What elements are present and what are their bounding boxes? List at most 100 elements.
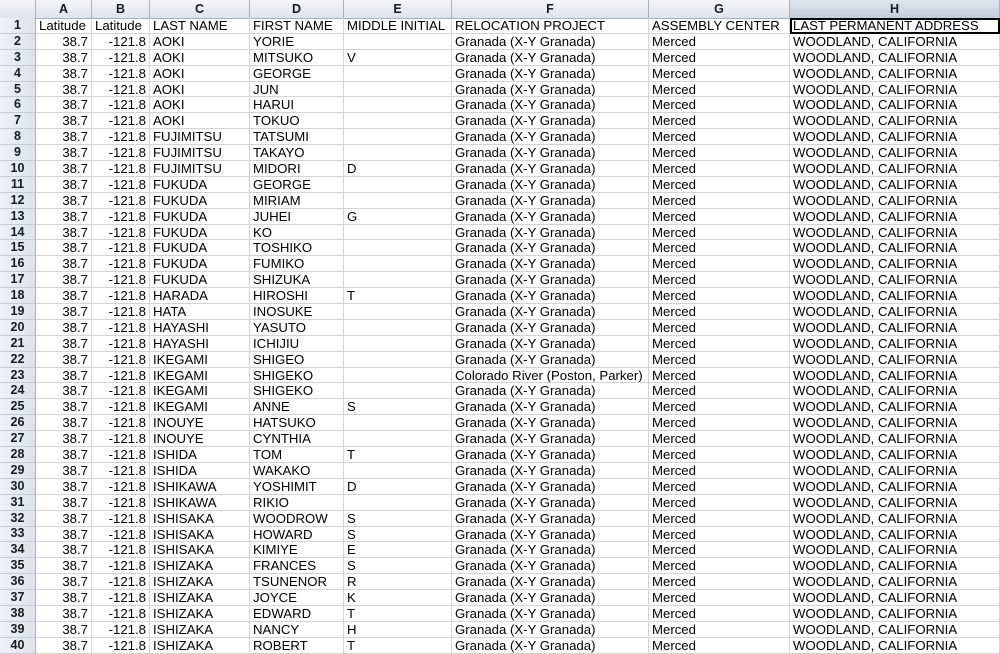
cell-A[interactable]: 38.7 (36, 637, 92, 654)
cell-A[interactable]: 38.7 (36, 97, 92, 114)
cell-D[interactable]: JUHEI (250, 208, 344, 225)
cell-G[interactable]: Merced (649, 81, 790, 98)
cell-F[interactable]: Granada (X-Y Granada) (452, 97, 649, 114)
cell-D[interactable]: GEORGE (250, 65, 344, 82)
cell-F[interactable]: Granada (X-Y Granada) (452, 399, 649, 416)
cell-H[interactable]: WOODLAND, CALIFORNIA (790, 304, 1000, 320)
cell-F[interactable]: Granada (X-Y Granada) (452, 33, 649, 50)
cell-B[interactable]: -121.8 (92, 145, 150, 162)
cell-H[interactable]: WOODLAND, CALIFORNIA (790, 590, 1000, 606)
row-header[interactable]: 31 (0, 495, 36, 511)
row-header[interactable]: 11 (0, 177, 36, 193)
cell-G[interactable]: Merced (649, 176, 790, 193)
row-header[interactable]: 24 (0, 383, 36, 400)
cell-D[interactable]: YASUTO (250, 319, 344, 336)
cell-C[interactable]: IKEGAMI (150, 367, 250, 384)
cell-B[interactable]: -121.8 (92, 637, 150, 654)
row-header[interactable]: 19 (0, 304, 36, 320)
cell-F[interactable]: Granada (X-Y Granada) (452, 208, 649, 225)
cell-C[interactable]: FUKUDA (150, 208, 250, 225)
cell-C[interactable]: FUJIMITSU (150, 129, 250, 146)
row-header[interactable]: 2 (0, 34, 36, 50)
cell-E[interactable] (344, 176, 452, 193)
cell-A[interactable]: 38.7 (36, 574, 92, 591)
row-header[interactable]: 38 (0, 606, 36, 622)
cell-D[interactable]: SHIGEO (250, 351, 344, 368)
row-header[interactable]: 27 (0, 431, 36, 448)
cell-H[interactable]: WOODLAND, CALIFORNIA (790, 33, 1000, 50)
cell-E[interactable] (344, 494, 452, 511)
cell-E[interactable] (344, 240, 452, 257)
cell-E[interactable] (344, 462, 452, 479)
cell-E[interactable]: S (344, 399, 452, 416)
cell-H[interactable]: WOODLAND, CALIFORNIA (790, 447, 1000, 463)
cell-E[interactable]: G (344, 208, 452, 225)
cell-A[interactable]: 38.7 (36, 590, 92, 606)
cell-G[interactable]: Merced (649, 605, 790, 622)
cell-G[interactable]: Merced (649, 49, 790, 66)
cell-D[interactable]: YORIE (250, 33, 344, 50)
cell-G[interactable]: Merced (649, 510, 790, 527)
cell-B[interactable]: -121.8 (92, 65, 150, 82)
cell-E[interactable] (344, 319, 452, 336)
row-header[interactable]: 22 (0, 352, 36, 368)
cell-B[interactable]: -121.8 (92, 129, 150, 146)
cell-C[interactable]: AOKI (150, 65, 250, 82)
cell-D[interactable]: TOKUO (250, 113, 344, 130)
cell-C[interactable]: AOKI (150, 81, 250, 98)
cell-B[interactable]: -121.8 (92, 81, 150, 98)
cell-C[interactable]: FUKUDA (150, 224, 250, 241)
cell-H[interactable]: WOODLAND, CALIFORNIA (790, 542, 1000, 559)
cell-A[interactable]: 38.7 (36, 304, 92, 320)
cell-C[interactable]: FUKUDA (150, 240, 250, 257)
cell-H1-selected[interactable]: LAST PERMANENT ADDRESS (790, 18, 1000, 34)
cell-B[interactable]: -121.8 (92, 478, 150, 495)
column-header-g[interactable]: G (649, 0, 790, 18)
column-header-b[interactable]: B (92, 0, 150, 18)
cell-E[interactable]: T (344, 447, 452, 463)
cell-B[interactable]: -121.8 (92, 621, 150, 638)
cell-E[interactable] (344, 81, 452, 98)
cell-A[interactable]: 38.7 (36, 351, 92, 368)
cell-A[interactable]: 38.7 (36, 113, 92, 130)
cell-F[interactable]: Colorado River (Poston, Parker) (452, 367, 649, 384)
cell-A[interactable]: 38.7 (36, 288, 92, 305)
cell-D[interactable]: TATSUMI (250, 129, 344, 146)
cell-G1[interactable]: ASSEMBLY CENTER (649, 18, 790, 34)
cell-C[interactable]: AOKI (150, 97, 250, 114)
cell-D1[interactable]: FIRST NAME (250, 18, 344, 34)
cell-F[interactable]: Granada (X-Y Granada) (452, 574, 649, 591)
cell-A[interactable]: 38.7 (36, 542, 92, 559)
cell-C[interactable]: ISHIZAKA (150, 605, 250, 622)
cell-D[interactable]: YOSHIMIT (250, 478, 344, 495)
cell-C[interactable]: ISHIZAKA (150, 558, 250, 575)
cell-B[interactable]: -121.8 (92, 272, 150, 289)
row-header[interactable]: 16 (0, 256, 36, 273)
row-header[interactable]: 39 (0, 622, 36, 638)
cell-B[interactable]: -121.8 (92, 319, 150, 336)
cell-D[interactable]: TOSHIKO (250, 240, 344, 257)
cell-G[interactable]: Merced (649, 240, 790, 257)
cell-F[interactable]: Granada (X-Y Granada) (452, 431, 649, 448)
cell-H[interactable]: WOODLAND, CALIFORNIA (790, 240, 1000, 257)
cell-A[interactable]: 38.7 (36, 65, 92, 82)
cell-G[interactable]: Merced (649, 97, 790, 114)
cell-F[interactable]: Granada (X-Y Granada) (452, 145, 649, 162)
cell-G[interactable]: Merced (649, 272, 790, 289)
cell-F[interactable]: Granada (X-Y Granada) (452, 415, 649, 432)
cell-C[interactable]: ISHIDA (150, 447, 250, 463)
row-header[interactable]: 10 (0, 161, 36, 177)
cell-E[interactable] (344, 129, 452, 146)
cell-A[interactable]: 38.7 (36, 478, 92, 495)
cell-G[interactable]: Merced (649, 335, 790, 352)
cell-D[interactable]: TAKAYO (250, 145, 344, 162)
cell-A[interactable]: 38.7 (36, 240, 92, 257)
cell-B[interactable]: -121.8 (92, 526, 150, 543)
cell-E[interactable]: D (344, 478, 452, 495)
cell-H[interactable]: WOODLAND, CALIFORNIA (790, 399, 1000, 416)
cell-A[interactable]: 38.7 (36, 621, 92, 638)
cell-F[interactable]: Granada (X-Y Granada) (452, 462, 649, 479)
cell-H[interactable]: WOODLAND, CALIFORNIA (790, 494, 1000, 511)
cell-E[interactable] (344, 33, 452, 50)
cell-H[interactable]: WOODLAND, CALIFORNIA (790, 415, 1000, 432)
